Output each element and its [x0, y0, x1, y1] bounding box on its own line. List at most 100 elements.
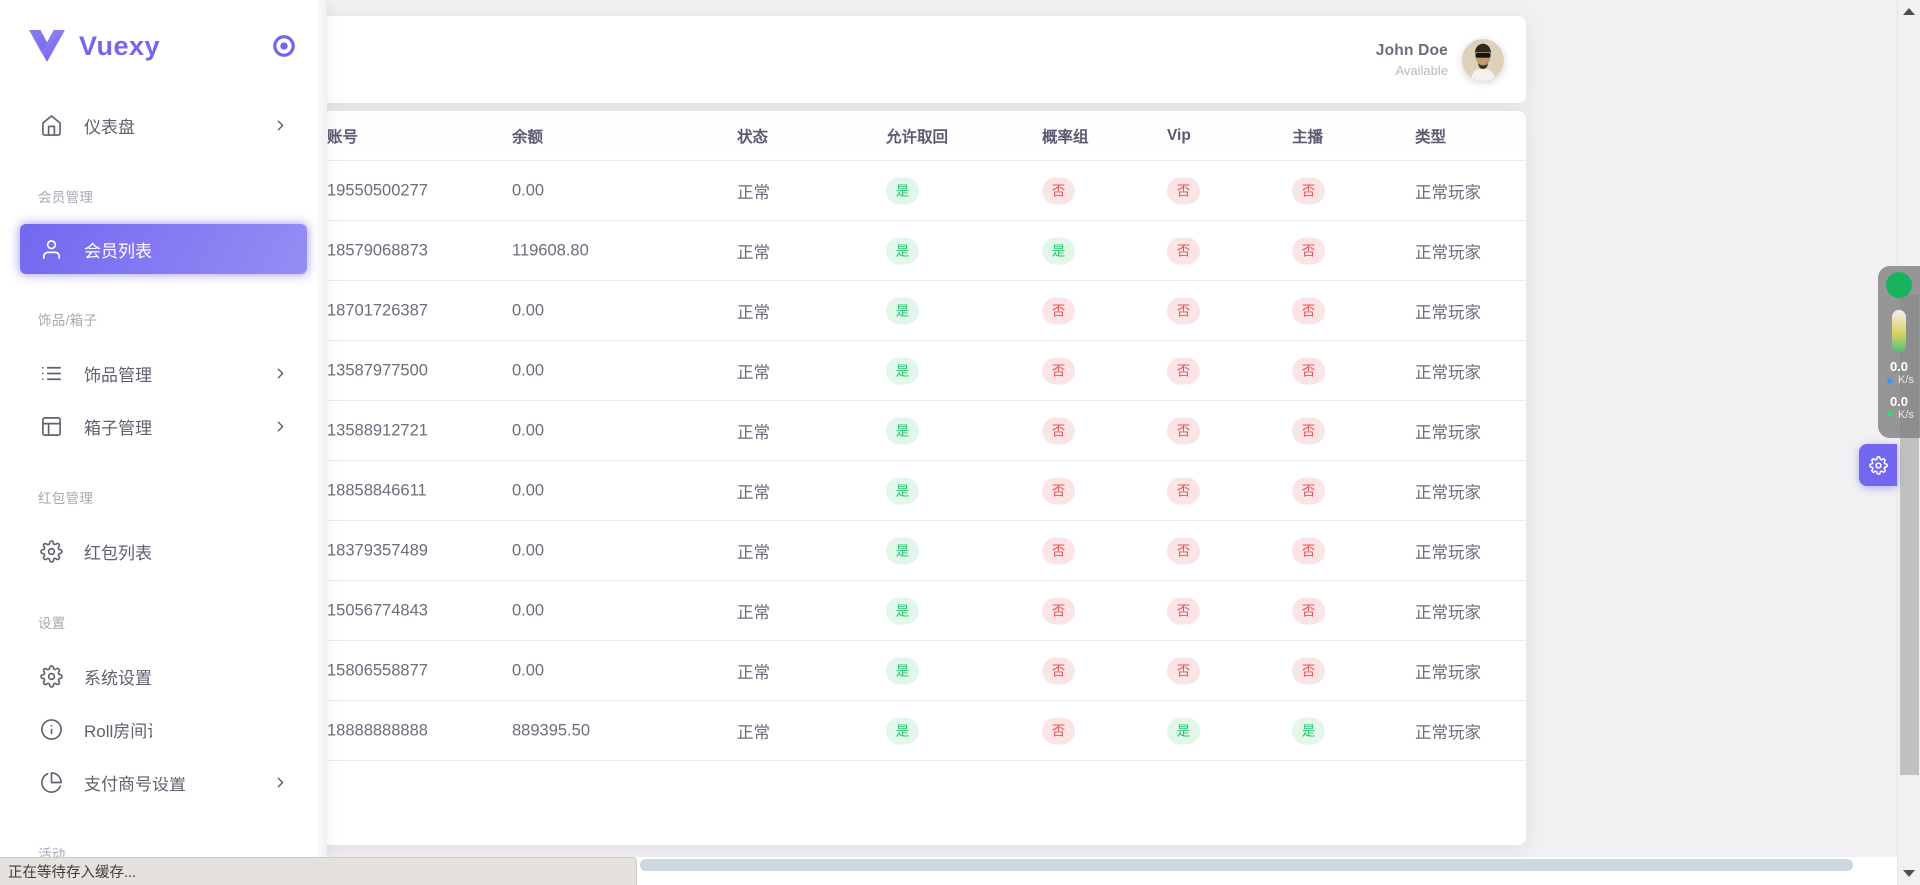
anchor-badge: 否 [1292, 357, 1325, 384]
allow-withdraw-badge: 是 [886, 477, 919, 504]
logo-row: Vuexy [0, 0, 327, 92]
chevron-right-icon [272, 365, 289, 382]
vip-badge: 是 [1167, 717, 1200, 744]
vip-badge: 否 [1167, 417, 1200, 444]
sidebar-item[interactable]: 红包列表 [20, 525, 307, 577]
download-speed-value: 0.0 [1890, 395, 1908, 409]
allow-withdraw-badge-cell: 是 [886, 477, 919, 504]
anchor-badge: 否 [1292, 477, 1325, 504]
anchor-badge: 否 [1292, 237, 1325, 264]
pie-icon [40, 771, 63, 794]
prob-group-badge: 否 [1042, 297, 1075, 324]
prob-group-badge: 否 [1042, 537, 1075, 564]
type-cell: 正常玩家 [1415, 659, 1481, 683]
prob-group-badge: 否 [1042, 597, 1075, 624]
vip-badge: 否 [1167, 597, 1200, 624]
status-cell: 正常 [737, 239, 770, 263]
column-header: 状态 [737, 125, 768, 147]
network-speed-widget[interactable]: 0.0 ▲ K/s 0.0 ▼ K/s [1878, 266, 1920, 438]
column-header: 主播 [1292, 125, 1323, 147]
down-arrow-icon: ▼ [1884, 409, 1895, 421]
status-cell: 正常 [737, 419, 770, 443]
up-arrow-icon: ▲ [1884, 374, 1895, 386]
theme-customizer-button[interactable] [1859, 444, 1897, 486]
layout-icon [40, 415, 63, 438]
sidebar-item[interactable]: 饰品管理 [20, 347, 307, 399]
allow-withdraw-badge-cell: 是 [886, 657, 919, 684]
chevron-right-icon [272, 418, 289, 435]
allow-withdraw-badge-cell: 是 [886, 297, 919, 324]
speed-gauge-icon [1892, 310, 1906, 352]
prob-group-badge-cell: 否 [1042, 177, 1075, 204]
column-header: 允许取回 [886, 125, 948, 147]
balance-cell: 0.00 [512, 361, 544, 380]
allow-withdraw-badge: 是 [886, 717, 919, 744]
account-cell: 18858846611 [327, 481, 427, 500]
sidebar-section-header: 红包管理 [0, 489, 327, 509]
sidebar-item[interactable]: 会员列表 [20, 224, 307, 274]
vip-badge: 否 [1167, 477, 1200, 504]
anchor-badge-cell: 否 [1292, 477, 1325, 504]
sidebar-item-label: 系统设置 [84, 664, 152, 689]
allow-withdraw-badge-cell: 是 [886, 417, 919, 444]
account-cell: 18579068873 [327, 241, 428, 260]
account-cell: 15056774843 [327, 601, 428, 620]
gear-icon [40, 665, 63, 688]
vip-badge-cell: 否 [1167, 237, 1200, 264]
sidebar-item-label: 红包列表 [84, 539, 152, 564]
user-menu[interactable]: John Doe Available [1376, 39, 1504, 81]
column-header: 账号 [327, 125, 358, 147]
status-cell: 正常 [737, 659, 770, 683]
vip-badge-cell: 否 [1167, 357, 1200, 384]
balance-cell: 0.00 [512, 421, 544, 440]
sidebar-item[interactable]: 系统设置 [20, 650, 307, 702]
anchor-badge: 否 [1292, 297, 1325, 324]
vip-badge: 否 [1167, 177, 1200, 204]
allow-withdraw-badge: 是 [886, 297, 919, 324]
column-header: 类型 [1415, 125, 1446, 147]
allow-withdraw-badge: 是 [886, 537, 919, 564]
sidebar-item-label: 饰品管理 [84, 361, 152, 386]
status-cell: 正常 [737, 179, 770, 203]
scroll-up-arrow-icon[interactable] [1903, 8, 1915, 15]
vip-badge: 否 [1167, 237, 1200, 264]
sidebar-item[interactable]: 箱子管理 [20, 400, 307, 452]
horizontal-scrollbar-thumb[interactable] [640, 859, 1853, 871]
status-cell: 正常 [737, 479, 770, 503]
upload-speed-value: 0.0 [1890, 360, 1908, 374]
sidebar-collapse-toggle-icon[interactable] [271, 33, 297, 59]
prob-group-badge: 否 [1042, 357, 1075, 384]
allow-withdraw-badge-cell: 是 [886, 237, 919, 264]
account-cell: 18888888888 [327, 721, 428, 740]
anchor-badge-cell: 否 [1292, 357, 1325, 384]
info-icon [40, 718, 63, 741]
anchor-badge: 是 [1292, 717, 1325, 744]
anchor-badge-cell: 否 [1292, 537, 1325, 564]
sidebar-item[interactable]: 仪表盘 [20, 99, 307, 151]
type-cell: 正常玩家 [1415, 239, 1481, 263]
account-cell: 18701726387 [327, 301, 428, 320]
allow-withdraw-badge: 是 [886, 417, 919, 444]
scroll-down-arrow-icon[interactable] [1903, 870, 1915, 877]
home-icon [40, 114, 63, 137]
gear-icon [40, 540, 63, 563]
user-avatar[interactable] [1462, 39, 1504, 81]
prob-group-badge-cell: 是 [1042, 237, 1075, 264]
status-cell: 正常 [737, 539, 770, 563]
balance-cell: 119608.80 [512, 241, 589, 260]
vertical-scrollbar[interactable] [1897, 0, 1920, 885]
type-cell: 正常玩家 [1415, 599, 1481, 623]
allow-withdraw-badge-cell: 是 [886, 537, 919, 564]
anchor-badge-cell: 否 [1292, 657, 1325, 684]
account-cell: 15806558877 [327, 661, 428, 680]
type-cell: 正常玩家 [1415, 419, 1481, 443]
vip-badge-cell: 否 [1167, 477, 1200, 504]
status-cell: 正常 [737, 719, 770, 743]
balance-cell: 0.00 [512, 601, 544, 620]
sidebar-scrollbar[interactable] [317, 0, 327, 857]
balance-cell: 0.00 [512, 661, 544, 680]
sidebar-item-label: 仪表盘 [84, 113, 135, 138]
list-icon [40, 362, 63, 385]
user-name: John Doe [1376, 42, 1448, 60]
download-speed-unit: ▼ K/s [1884, 409, 1914, 422]
